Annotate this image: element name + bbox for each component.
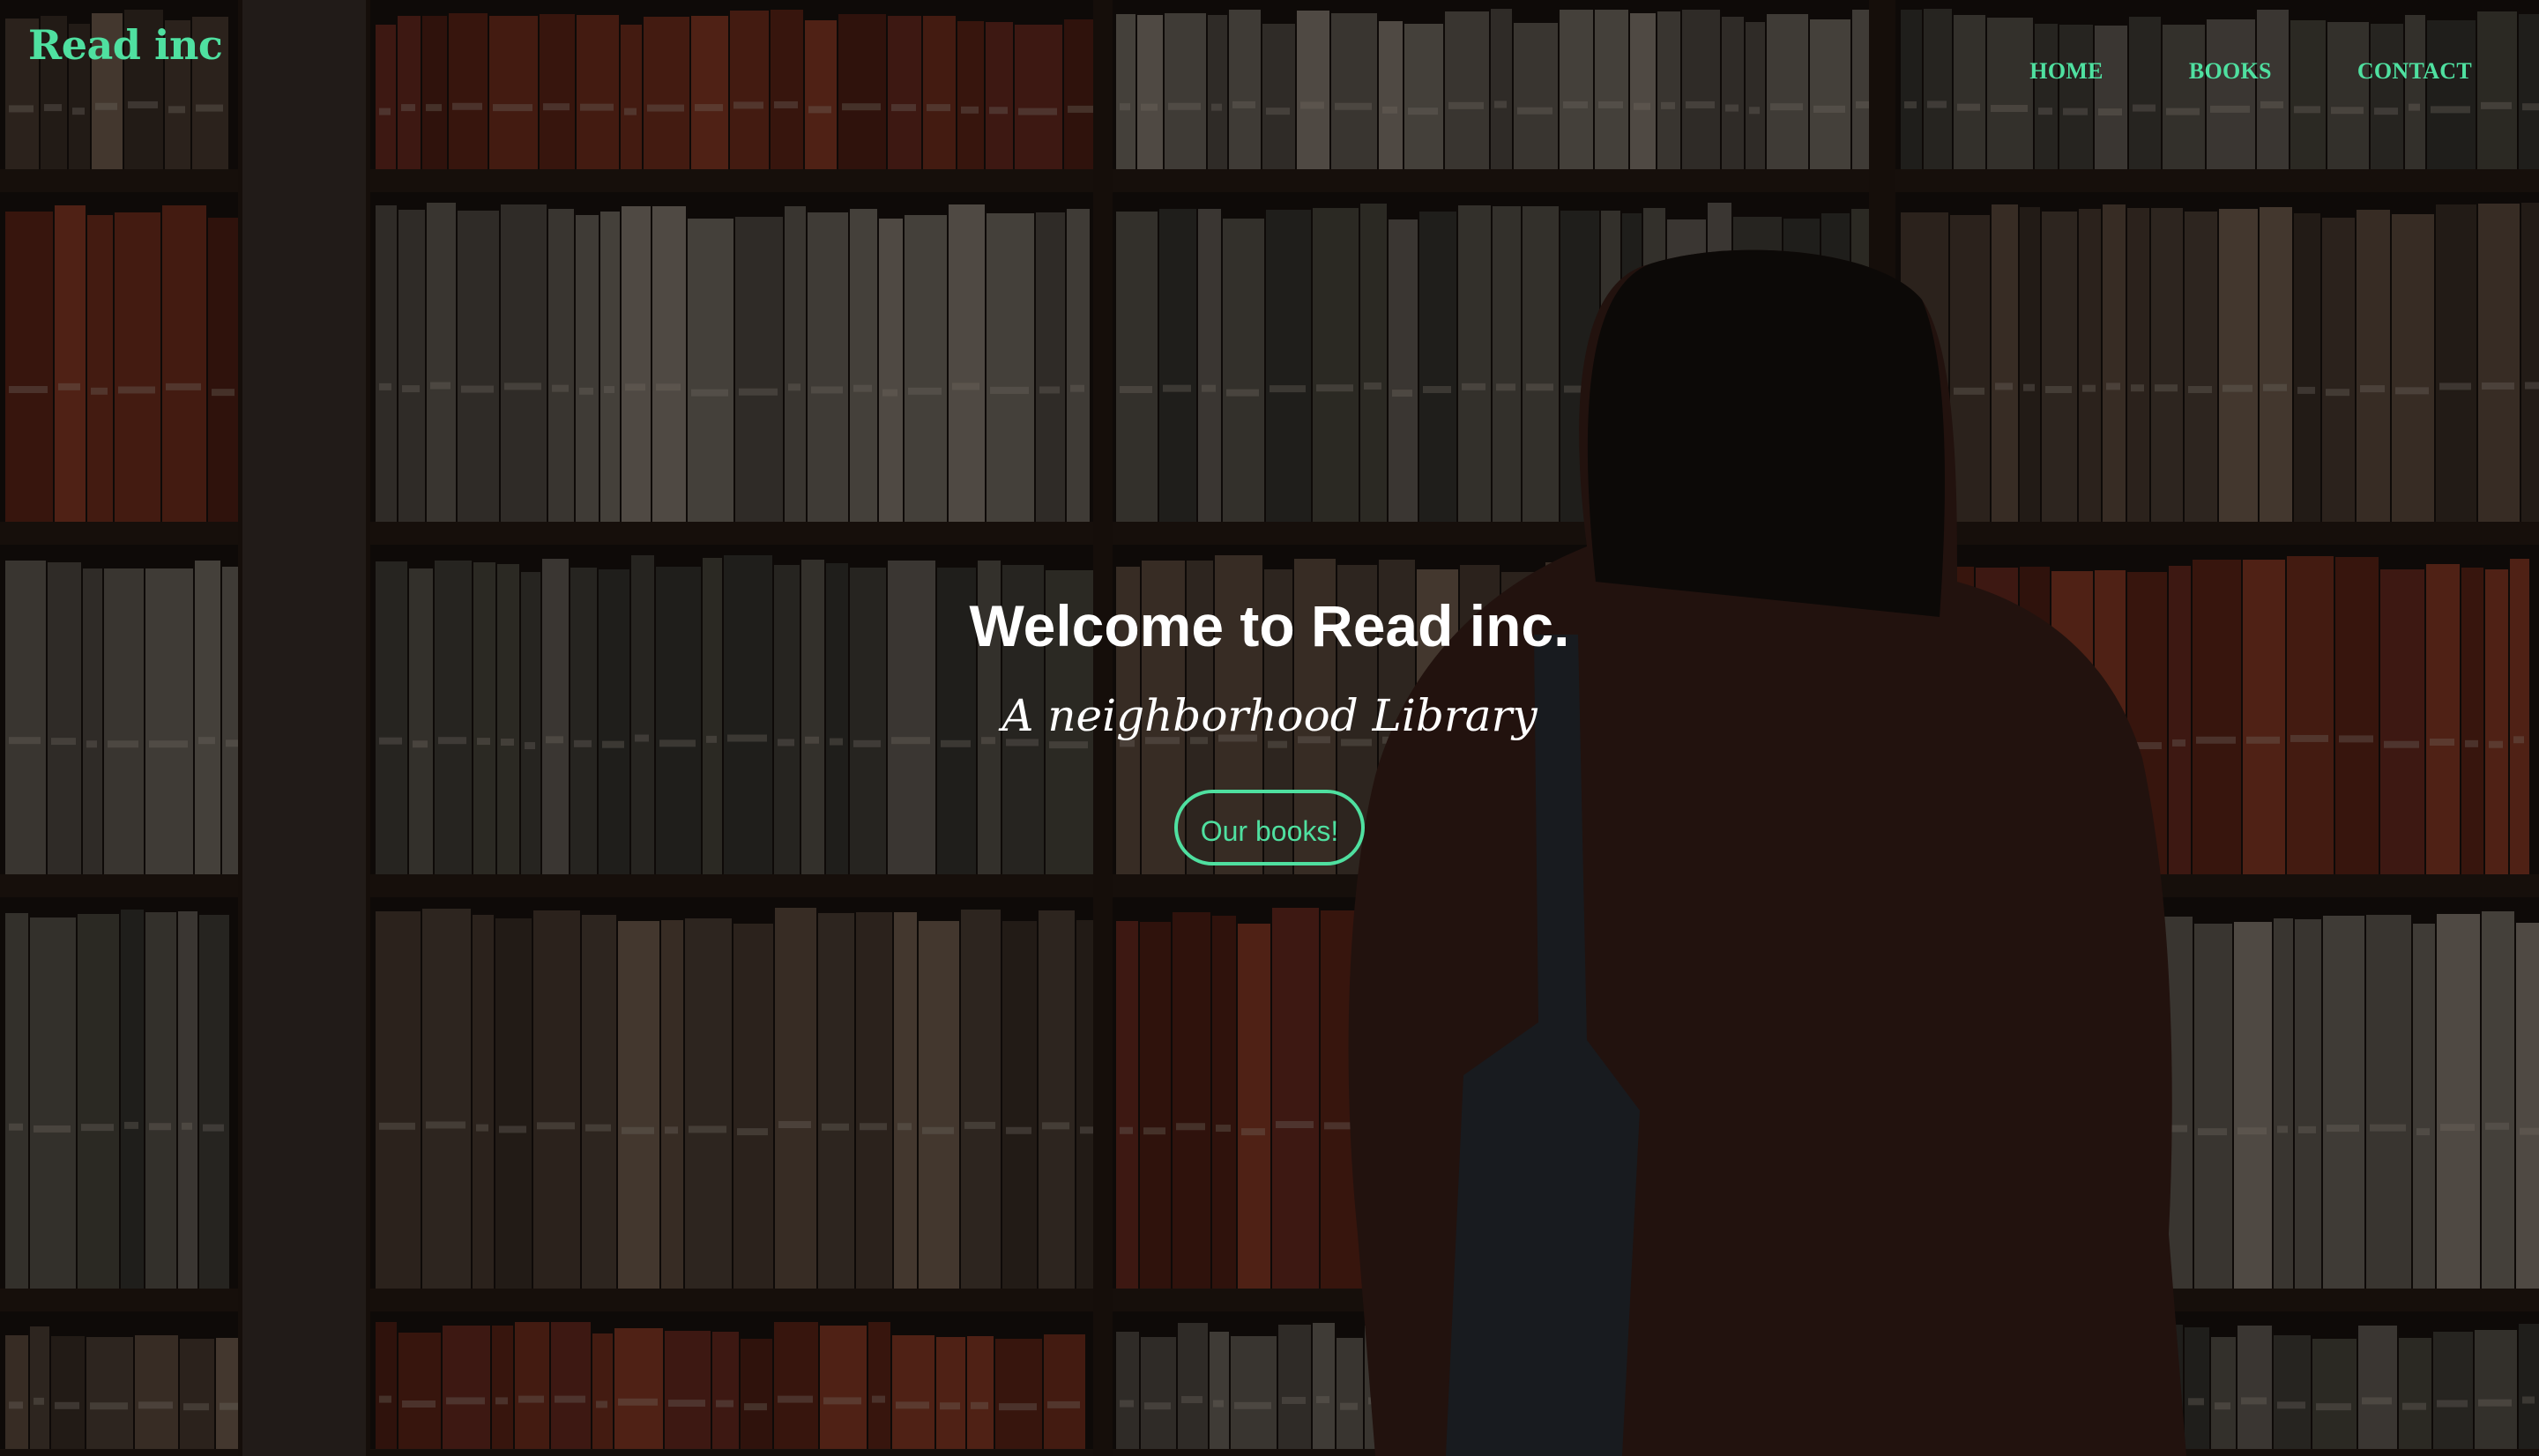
hero-section: Read inc HOME BOOKS CONTACT Welcome to R… bbox=[0, 0, 2539, 1456]
hero-content: Welcome to Read inc. A neighborhood Libr… bbox=[0, 589, 2539, 865]
nav-home-link[interactable]: HOME bbox=[2029, 58, 2103, 85]
nav-books-link[interactable]: BOOKS bbox=[2189, 58, 2272, 85]
nav-links: HOME BOOKS CONTACT bbox=[1944, 58, 2472, 85]
brand-logo-link[interactable]: Read inc bbox=[28, 21, 223, 69]
hero-title: Welcome to Read inc. bbox=[969, 593, 1570, 658]
our-books-button[interactable]: Our books! bbox=[1173, 790, 1366, 865]
nav-contact-link[interactable]: CONTACT bbox=[2357, 58, 2472, 85]
navbar: Read inc HOME BOOKS CONTACT bbox=[0, 0, 2539, 106]
hero-subtitle: A neighborhood Library bbox=[1001, 690, 1538, 741]
